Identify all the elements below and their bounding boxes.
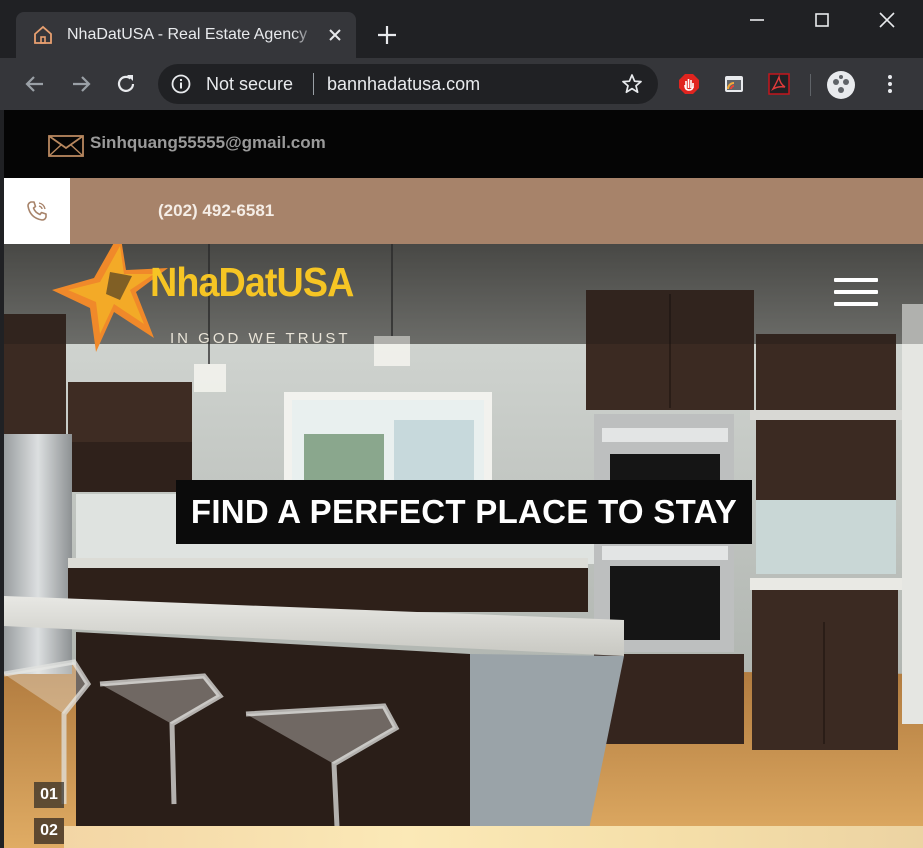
logo-tagline: IN GOD WE TRUST xyxy=(170,330,351,347)
window-close-icon[interactable] xyxy=(875,8,899,32)
hero-heading-box: FIND A PERFECT PLACE TO STAY xyxy=(176,480,752,544)
browser-tab[interactable]: NhaDatUSA - Real Estate Agency xyxy=(16,12,356,58)
hero-heading: FIND A PERFECT PLACE TO STAY xyxy=(190,493,738,530)
url-text[interactable]: bannhadatusa.com xyxy=(327,73,480,95)
house-icon xyxy=(34,25,52,44)
cast-extension-icon[interactable] xyxy=(722,72,746,96)
minimize-icon[interactable] xyxy=(745,8,769,32)
new-tab-icon[interactable] xyxy=(374,22,400,48)
contact-topbar: Sinhquang55555@gmail.com xyxy=(4,110,923,178)
hamburger-menu-button[interactable] xyxy=(834,278,880,310)
email-link[interactable]: Sinhquang55555@gmail.com xyxy=(90,132,326,154)
back-icon[interactable] xyxy=(22,71,48,97)
phone-bar: (202) 492-6581 xyxy=(4,178,923,244)
toolbar-divider xyxy=(810,74,811,96)
slide-indicator-2[interactable]: 02 xyxy=(34,818,64,844)
reload-icon[interactable] xyxy=(113,71,139,97)
security-label[interactable]: Not secure xyxy=(206,73,293,95)
next-slide-strip xyxy=(64,826,923,848)
logo-name[interactable]: NhaDatUSA xyxy=(150,258,354,306)
phone-icon-box xyxy=(4,178,70,244)
hamburger-icon-bar-top xyxy=(834,278,878,282)
address-bar[interactable]: Not secure bannhadatusa.com xyxy=(158,64,658,104)
slide-indicator-1[interactable]: 01 xyxy=(34,782,64,808)
info-icon[interactable] xyxy=(170,73,192,95)
tab-title: NhaDatUSA - Real Estate Agency xyxy=(67,24,317,46)
hamburger-icon-bar-bottom xyxy=(834,302,878,306)
adblock-extension-icon[interactable] xyxy=(677,72,701,96)
hero-slider: NhaDatUSA IN GOD WE TRUST FIND A PERFECT… xyxy=(4,244,923,848)
forward-icon[interactable] xyxy=(68,71,94,97)
more-menu-icon[interactable] xyxy=(878,72,902,96)
maximize-icon[interactable] xyxy=(810,8,834,32)
profile-avatar-icon[interactable] xyxy=(826,70,856,100)
web-page: Sinhquang55555@gmail.com (202) 492-6581 xyxy=(4,110,923,848)
hamburger-icon-bar-middle xyxy=(834,290,878,294)
browser-toolbar: Not secure bannhadatusa.com xyxy=(0,58,923,110)
phone-number[interactable]: (202) 492-6581 xyxy=(158,199,274,223)
browser-titlebar: NhaDatUSA - Real Estate Agency xyxy=(0,0,923,58)
phone-icon xyxy=(27,201,47,221)
close-tab-icon[interactable] xyxy=(324,24,346,46)
address-divider xyxy=(313,73,314,95)
envelope-icon xyxy=(48,135,84,157)
star-icon[interactable] xyxy=(620,72,644,96)
pdf-extension-icon[interactable] xyxy=(767,72,791,96)
